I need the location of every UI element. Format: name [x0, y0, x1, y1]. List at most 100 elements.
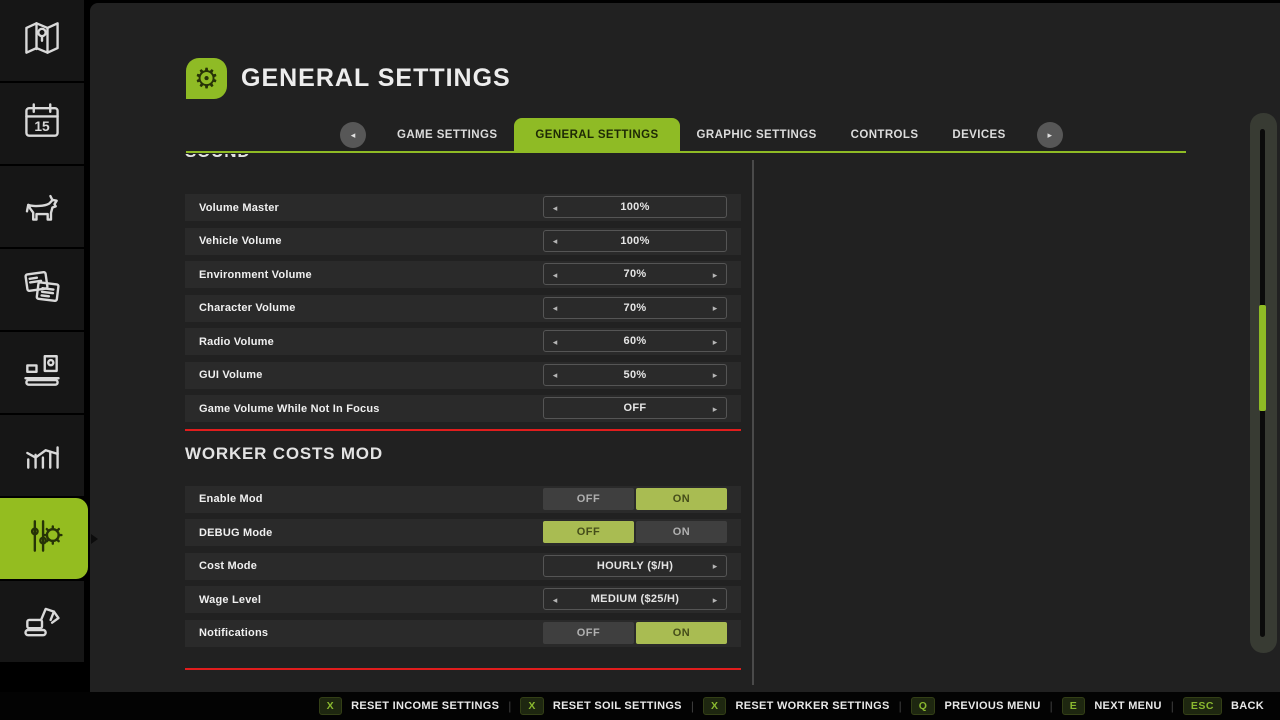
sidebar-item-statistics[interactable]	[0, 415, 84, 496]
setting-row-worker-costs-mod-3[interactable]: Wage Level ◂MEDIUM ($25/H)▸	[185, 586, 741, 613]
stepper-left-arrow-icon[interactable]: ◂	[546, 298, 564, 320]
stepper-value: 100%	[620, 235, 649, 247]
hotkey-reset-income-settings[interactable]: XRESET INCOME SETTINGS	[319, 697, 500, 715]
setting-row-sound-2[interactable]: Environment Volume◂70%▸	[185, 261, 741, 288]
hotkey-previous-menu[interactable]: Q PREVIOUS MENU	[911, 697, 1041, 715]
setting-row-worker-costs-mod-1[interactable]: DEBUG Mode OFFON	[185, 519, 741, 546]
hotkey-separator: |	[508, 699, 511, 713]
page-scrollbar[interactable]	[1250, 113, 1277, 653]
stepper-left-arrow-icon[interactable]: ◂	[546, 197, 564, 219]
stepper-left-arrow-icon[interactable]: ◂	[546, 331, 564, 353]
key-badge-esc: ESC	[1183, 697, 1222, 715]
page-title: GENERAL SETTINGS	[241, 64, 511, 93]
stepper-right-arrow-icon[interactable]: ▸	[706, 556, 724, 578]
setting-label: Game Volume While Not In Focus	[199, 403, 380, 415]
scrollbar-track[interactable]	[1260, 129, 1265, 637]
stepper-cost-mode[interactable]: HOURLY ($/H)▸	[543, 555, 727, 577]
stepper-wage-level[interactable]: ◂MEDIUM ($25/H)▸	[543, 588, 727, 610]
setting-row-sound-5[interactable]: GUI Volume ◂ 50% ▸	[185, 362, 741, 389]
sidebar-item-finances[interactable]	[0, 249, 84, 330]
tab-bar: ◂ GAME SETTINGSGENERAL SETTINGSGRAPHIC SE…	[326, 118, 1077, 152]
setting-row-sound-4[interactable]: Radio Volume◂60%▸	[185, 328, 741, 355]
content-scrollbar-track[interactable]	[752, 160, 754, 685]
sidebar-item-construction[interactable]	[0, 581, 84, 662]
setting-label: Volume Master	[199, 202, 279, 214]
hotkey-next-menu[interactable]: ENEXT MENU	[1062, 697, 1162, 715]
production-icon	[20, 348, 64, 397]
sidebar-item-animals[interactable]	[0, 166, 84, 247]
tab-devices[interactable]: DEVICES	[935, 129, 1022, 141]
setting-label: Enable Mod	[199, 493, 263, 505]
setting-row-sound-3[interactable]: Character Volume◂70%▸	[185, 295, 741, 322]
tab-general-settings[interactable]: GENERAL SETTINGS	[514, 118, 679, 152]
stepper-radio-volume[interactable]: ◂ 60% ▸	[543, 330, 727, 352]
bottom-bar: XRESET INCOME SETTINGS | XRESET SOIL SETTI…	[0, 692, 1280, 720]
key-badge-x: X	[520, 697, 544, 715]
stepper-value: 60%	[624, 335, 647, 347]
key-badge-q: Q	[911, 697, 936, 715]
statistics-icon	[20, 431, 64, 480]
stepper-value: 50%	[624, 369, 647, 381]
setting-label: Notifications	[199, 627, 268, 639]
tab-game-settings[interactable]: GAME SETTINGS	[380, 129, 514, 141]
tab-graphic-settings[interactable]: GRAPHIC SETTINGS	[680, 129, 834, 141]
stepper-volume-master[interactable]: ◂ 100%	[543, 196, 727, 218]
stepper-left-arrow-icon[interactable]: ◂	[546, 365, 564, 387]
sidebar-item-calendar[interactable]: 15	[0, 83, 84, 164]
sidebar-item-production[interactable]	[0, 332, 84, 413]
stepper-game-volume-while-not-in-focus[interactable]: OFF▸	[543, 397, 727, 419]
toggle-option-on[interactable]: ON	[636, 521, 727, 543]
scrollbar-thumb[interactable]	[1259, 305, 1266, 411]
stepper-gui-volume[interactable]: ◂ 50% ▸	[543, 364, 727, 386]
hotkey-back[interactable]: ESCBACK	[1183, 697, 1264, 715]
stepper-right-arrow-icon[interactable]: ▸	[706, 365, 724, 387]
stepper-right-arrow-icon[interactable]: ▸	[706, 264, 724, 286]
sidebar: 15	[0, 0, 84, 720]
setting-row-worker-costs-mod-0[interactable]: Enable Mod OFFON	[185, 486, 741, 513]
hotkey-reset-worker-settings[interactable]: XRESET WORKER SETTINGS	[703, 697, 890, 715]
stepper-character-volume[interactable]: ◂70%▸	[543, 297, 727, 319]
active-item-pointer-icon	[91, 534, 98, 544]
toggle-option-off[interactable]: OFF	[543, 521, 634, 543]
stepper-vehicle-volume[interactable]: ◂ 100%	[543, 230, 727, 252]
key-badge-e: E	[1062, 697, 1086, 715]
toggle-option-off[interactable]: OFF	[543, 622, 634, 644]
sidebar-item-map[interactable]	[0, 0, 84, 81]
hotkey-label: RESET WORKER SETTINGS	[735, 700, 889, 712]
stepper-right-arrow-icon[interactable]: ▸	[706, 298, 724, 320]
setting-row-worker-costs-mod-4[interactable]: Notifications OFFON	[185, 620, 741, 647]
hotkey-separator: |	[691, 699, 694, 713]
hotkey-label: PREVIOUS MENU	[944, 700, 1040, 712]
hotkey-separator: |	[899, 699, 902, 713]
finances-icon	[20, 265, 64, 314]
setting-label: Cost Mode	[199, 560, 257, 572]
tabs-prev-button[interactable]: ◂	[340, 122, 366, 148]
stepper-left-arrow-icon[interactable]: ◂	[546, 589, 564, 611]
setting-label: Wage Level	[199, 594, 261, 606]
setting-row-worker-costs-mod-2[interactable]: Cost Mode HOURLY ($/H)▸	[185, 553, 741, 580]
stepper-right-arrow-icon[interactable]: ▸	[706, 398, 724, 420]
tab-controls[interactable]: CONTROLS	[834, 129, 936, 141]
hotkey-reset-soil-settings[interactable]: XRESET SOIL SETTINGS	[520, 697, 681, 715]
toggle-option-on[interactable]: ON	[636, 488, 727, 510]
stepper-right-arrow-icon[interactable]: ▸	[706, 331, 724, 353]
settings-icon	[22, 514, 66, 563]
setting-label: GUI Volume	[199, 369, 263, 381]
toggle-option-on[interactable]: ON	[636, 622, 727, 644]
setting-row-sound-0[interactable]: Volume Master ◂ 100%	[185, 194, 741, 221]
toggle-option-off[interactable]: OFF	[543, 488, 634, 510]
section-title-sound: SOUND	[185, 154, 741, 162]
svg-text:15: 15	[34, 119, 50, 134]
hotkey-separator: |	[1050, 699, 1053, 713]
stepper-left-arrow-icon[interactable]: ◂	[546, 264, 564, 286]
setting-row-sound-6[interactable]: Game Volume While Not In Focus OFF▸	[185, 395, 741, 422]
stepper-right-arrow-icon[interactable]: ▸	[706, 589, 724, 611]
stepper-value: 100%	[620, 201, 649, 213]
stepper-left-arrow-icon[interactable]: ◂	[546, 231, 564, 253]
sidebar-item-settings[interactable]	[0, 498, 88, 579]
tabs-next-button[interactable]: ▸	[1037, 122, 1063, 148]
toggle-notifications: OFFON	[543, 622, 727, 644]
setting-label: DEBUG Mode	[199, 527, 273, 539]
stepper-environment-volume[interactable]: ◂70%▸	[543, 263, 727, 285]
setting-row-sound-1[interactable]: Vehicle Volume◂100%	[185, 228, 741, 255]
